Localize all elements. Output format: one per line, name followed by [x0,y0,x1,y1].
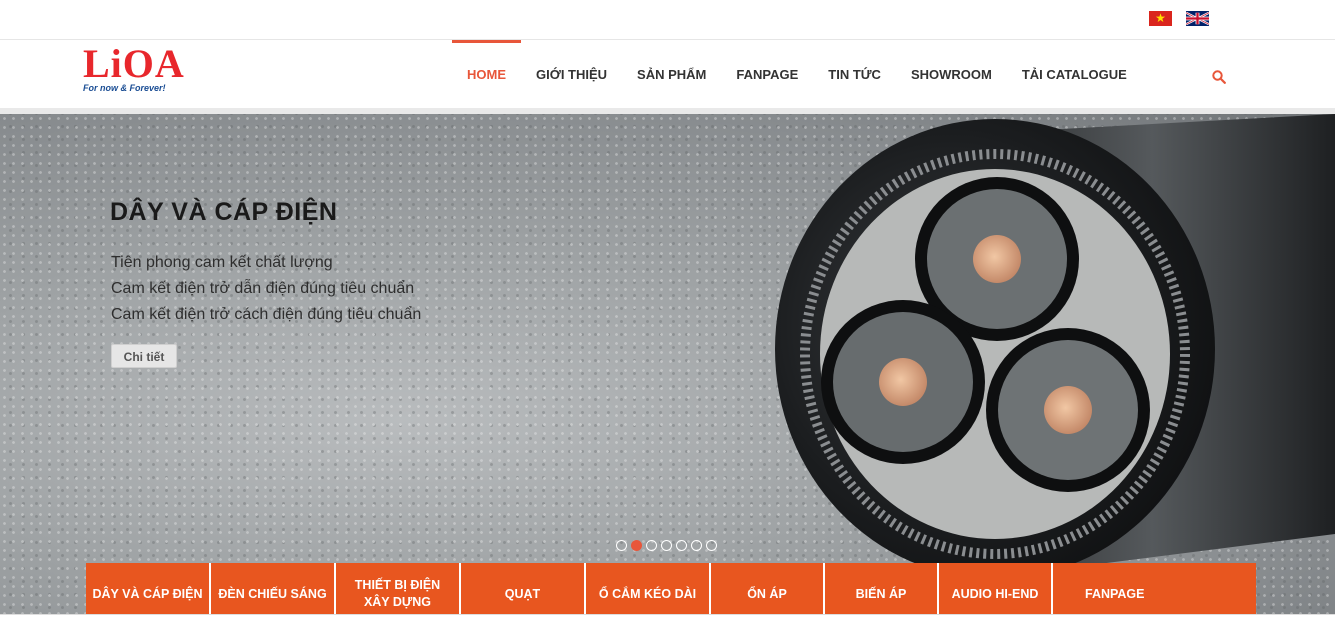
lioa-logo[interactable]: LiOA For now & Forever! [83,41,185,94]
detail-button[interactable]: Chi tiết [111,344,177,368]
hero-title: DÂY VÀ CÁP ĐIỆN [110,198,338,226]
slider-dot-3[interactable] [646,540,657,551]
hero-line-2: Cam kết điện trở dẫn điện đúng tiêu chuẩ… [111,280,415,297]
search-icon[interactable] [1212,70,1226,84]
top-bar: ★ [0,0,1335,40]
slider-dot-7[interactable] [706,540,717,551]
nav-tin-tuc[interactable]: TIN TỨC [813,40,896,108]
main-nav: HOME GIỚI THIỆU SẢN PHẨM FANPAGE TIN TỨC… [452,40,1142,108]
logo-text: LiOA [83,41,185,86]
hero-slider: DÂY VÀ CÁP ĐIỆN Tiên phong cam kết chất … [0,114,1335,625]
hero-line-3: Cam kết điện trở cách điện đúng tiêu chu… [111,306,422,323]
nav-tai-catalogue[interactable]: TẢI CATALOGUE [1007,40,1142,108]
slider-dot-2[interactable] [631,540,642,551]
bottom-strip [0,614,1335,626]
nav-san-pham[interactable]: SẢN PHẨM [622,40,721,108]
slider-dot-1[interactable] [616,540,627,551]
slider-dots [616,540,717,551]
uk-flag-icon[interactable] [1186,11,1209,26]
nav-showroom[interactable]: SHOWROOM [896,40,1007,108]
slider-dot-4[interactable] [661,540,672,551]
slider-dot-6[interactable] [691,540,702,551]
hero-line-1: Tiên phong cam kết chất lượng [111,254,333,271]
nav-home[interactable]: HOME [452,40,521,108]
slider-dot-5[interactable] [676,540,687,551]
nav-fanpage[interactable]: FANPAGE [721,40,813,108]
site-header: LiOA For now & Forever! HOME GIỚI THIỆU … [0,40,1335,114]
nav-gioi-thieu[interactable]: GIỚI THIỆU [521,40,622,108]
cable-cross-section-image [775,114,1335,579]
vietnam-flag-icon[interactable]: ★ [1149,11,1172,26]
